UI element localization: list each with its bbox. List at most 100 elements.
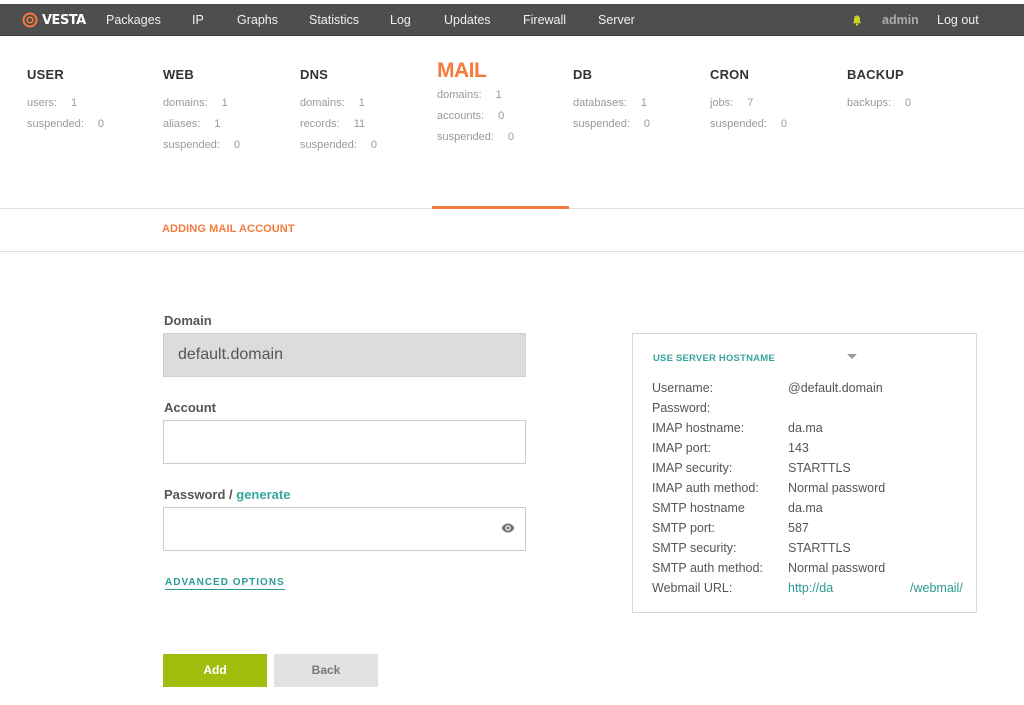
stat-value: 0 [905,97,912,109]
info-key: Password: [652,401,711,415]
stat-value: 1 [495,89,502,101]
stat-value: 1 [70,97,78,109]
stat-label: suspended: [163,139,220,151]
stat-title: CRON [710,67,750,82]
stat-value: 0 [233,139,241,151]
info-key: IMAP port: [652,441,711,455]
domain-label: Domain [164,313,212,328]
stat-value: 0 [370,139,378,151]
advanced-options-link[interactable]: ADVANCED OPTIONS [165,577,285,590]
logout-link[interactable]: Log out [937,13,979,27]
stat-value: 0 [643,118,651,130]
stat-value: 1 [640,97,647,109]
stat-label: jobs: [710,97,734,109]
nav-graphs[interactable]: Graphs [237,13,278,27]
stat-title: BACKUP [847,67,904,82]
stat-value: 1 [214,118,221,130]
vesta-logo[interactable]: VESTA [22,11,86,29]
stat-mail[interactable]: MAIL domains: 1 accounts: 0 suspended: 0 [437,59,515,152]
nav-server[interactable]: Server [598,13,635,27]
account-input[interactable] [163,420,526,464]
stat-value: 0 [780,118,788,130]
nav-statistics[interactable]: Statistics [309,13,359,27]
password-label-text: Password / [164,487,233,502]
stat-label: domains: [300,97,345,109]
stat-label: suspended: [300,139,357,151]
info-key: SMTP hostname [652,501,745,515]
info-value: STARTTLS [788,541,851,555]
stat-label: domains: [163,97,208,109]
show-password-eye-icon[interactable] [501,523,515,533]
webmail-url-link[interactable]: http://da [788,581,833,595]
stat-label: records: [300,118,340,130]
info-key: SMTP auth method: [652,561,763,575]
stat-value: 7 [747,97,754,109]
info-value: 587 [788,521,809,535]
stat-user[interactable]: USER users: 1 suspended: 0 [27,67,104,139]
stat-title: WEB [163,67,194,82]
domain-field: default.domain [163,333,526,377]
info-value: @default.domain [788,381,883,395]
logo-text: VESTA [42,12,86,28]
stat-backup[interactable]: BACKUP backups: 0 [847,67,911,118]
info-key: Username: [652,381,714,395]
info-key: SMTP port: [652,521,715,535]
info-value: da.ma [788,421,823,435]
stat-title: DB [573,67,593,82]
info-key: IMAP auth method: [652,481,759,495]
page-subheader: ADDING MAIL ACCOUNT [0,210,1024,252]
info-key: IMAP security: [652,461,733,475]
stat-value: 11 [353,118,366,130]
active-tab-indicator [432,206,569,209]
info-value: 143 [788,441,809,455]
stat-label: suspended: [437,131,494,143]
stat-value: 1 [221,97,228,109]
info-value: Normal password [788,481,886,495]
info-value: da.ma [788,501,823,515]
info-value: Normal password [788,561,886,575]
stat-title: USER [27,67,64,82]
bell-icon[interactable] [852,15,862,26]
stat-value: 0 [498,110,505,122]
info-value: STARTTLS [788,461,851,475]
nav-ip[interactable]: IP [192,13,204,27]
nav-firewall[interactable]: Firewall [523,13,566,27]
top-navigation-bar: VESTA Packages IP Graphs Statistics Log … [0,0,1024,36]
stat-label: domains: [437,89,482,101]
back-button[interactable]: Back [274,654,378,687]
stat-label: suspended: [573,118,630,130]
stat-value: 0 [507,131,515,143]
info-key: IMAP hostname: [652,421,745,435]
stat-db[interactable]: DB databases: 1 suspended: 0 [573,67,650,139]
add-button[interactable]: Add [163,654,267,687]
nav-updates[interactable]: Updates [444,13,491,27]
stat-cron[interactable]: CRON jobs: 7 suspended: 0 [710,67,787,139]
vesta-logo-icon [22,12,38,28]
stat-title: DNS [300,67,329,82]
stat-value: 0 [97,118,105,130]
stat-label: accounts: [437,110,485,122]
domain-value: default.domain [178,346,283,363]
stat-label: aliases: [163,118,201,130]
nav-log[interactable]: Log [390,13,411,27]
stat-title: MAIL [437,59,487,82]
chevron-down-icon[interactable] [847,354,857,359]
use-server-hostname-toggle[interactable]: USE SERVER HOSTNAME [653,353,775,364]
stats-panel: USER users: 1 suspended: 0 WEB domains: 1 a… [0,37,1024,209]
password-label: Password / generate [164,487,290,502]
nav-packages[interactable]: Packages [106,13,161,27]
webmail-url-suffix[interactable]: /webmail/ [910,581,963,595]
stat-label: suspended: [710,118,767,130]
stat-value: 1 [358,97,365,109]
stat-label: suspended: [27,118,84,130]
generate-password-link[interactable]: generate [236,487,290,502]
username-link[interactable]: admin [882,13,919,27]
info-key: SMTP security: [652,541,737,555]
stat-label: users: [27,97,57,109]
info-key: Webmail URL: [652,581,733,595]
stat-web[interactable]: WEB domains: 1 aliases: 1 suspended: 0 [163,67,240,160]
stat-dns[interactable]: DNS domains: 1 records: 11 suspended: 0 [300,67,377,160]
password-input[interactable] [163,507,526,551]
stat-label: backups: [847,97,892,109]
mail-settings-panel: USE SERVER HOSTNAME Username: @default.do… [632,333,977,613]
